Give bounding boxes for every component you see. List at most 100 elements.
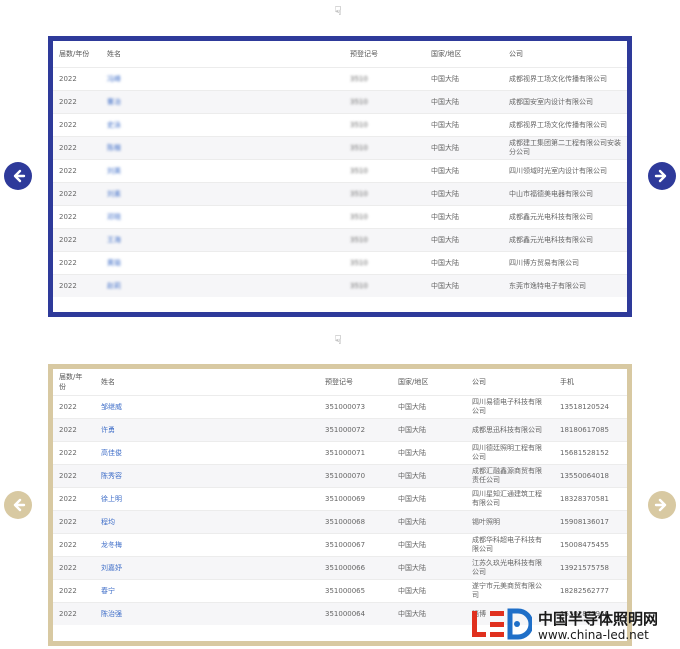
arrow-right-icon — [654, 169, 667, 183]
cell-name[interactable]: 陈治强 — [95, 602, 319, 625]
cell-registration-no: 3510 — [344, 136, 425, 160]
table-row: 2022 冯峰 3510 中国大陆 成都视界工场文化传播有限公司 — [53, 67, 627, 91]
cell-registration-no: 351000071 — [319, 441, 392, 465]
cell-name[interactable]: 史泳 — [101, 113, 344, 137]
prev-arrow-button[interactable] — [4, 162, 32, 190]
exhibitor-table-1: 届数/年份 姓名 预登记号 国家/地区 公司 2022 冯峰 3510 中国大陆 成都视… — [53, 41, 627, 297]
header-registration-no: 预登记号 — [350, 50, 378, 58]
cell-company: 成都视界工场文化传播有限公司 — [503, 113, 627, 137]
cell-company: 四川星知汇通建筑工程有限公司 — [466, 487, 554, 511]
cell-region: 中国大陆 — [392, 510, 466, 534]
cell-name[interactable]: 赵莉 — [101, 274, 344, 297]
cell-phone: 18180617085 — [554, 418, 627, 442]
cell-region: 中国大陆 — [392, 418, 466, 442]
cell-name[interactable]: 龙冬梅 — [95, 533, 319, 557]
cell-region: 中国大陆 — [392, 395, 466, 419]
cell-phone: 18328370581 — [554, 487, 627, 511]
cell-name[interactable]: 黄瑜 — [101, 251, 344, 275]
next-arrow-button[interactable] — [648, 162, 676, 190]
header-registration-no: 预登记号 — [325, 378, 353, 386]
cell-name[interactable]: 陈楷 — [101, 136, 344, 160]
cell-company: 四川博方贸易有限公司 — [503, 251, 627, 275]
cell-region: 中国大陆 — [392, 441, 466, 465]
cell-year: 2022 — [53, 67, 101, 91]
cell-region: 中国大陆 — [425, 90, 503, 114]
cell-region: 中国大陆 — [425, 251, 503, 275]
header-year: 届数/年份 — [59, 50, 90, 58]
logo-site-url: www.china-led.net — [538, 628, 649, 642]
arrow-right-icon — [654, 498, 667, 512]
cell-company: 东莞市逸特电子有限公司 — [503, 274, 627, 297]
cell-company: 四川易德电子科技有限公司 — [466, 395, 554, 419]
cell-year: 2022 — [53, 487, 95, 511]
next-arrow-button[interactable] — [648, 491, 676, 519]
cell-year: 2022 — [53, 510, 95, 534]
cell-name[interactable]: 刘素 — [101, 182, 344, 206]
cell-name[interactable]: 曹冶 — [101, 90, 344, 114]
table-header-row: 届数/年份 姓名 预登记号 国家/地区 公司 — [53, 41, 627, 68]
cell-company: 成都汇融鑫源商贸有限责任公司 — [466, 464, 554, 488]
cell-name[interactable]: 许勇 — [95, 418, 319, 442]
cell-year: 2022 — [53, 556, 95, 580]
prev-arrow-button[interactable] — [4, 491, 32, 519]
cell-year: 2022 — [53, 113, 101, 137]
cell-company: 成都鑫元光电科技有限公司 — [503, 228, 627, 252]
cell-name[interactable]: 陈秀容 — [95, 464, 319, 488]
cell-company: 中山市福德美电器有限公司 — [503, 182, 627, 206]
cell-name[interactable]: 高佳俊 — [95, 441, 319, 465]
cell-company: 成都思迅科技有限公司 — [466, 418, 554, 442]
cell-name[interactable]: 邓晓 — [101, 205, 344, 229]
header-company: 公司 — [509, 50, 523, 58]
cell-registration-no: 351000065 — [319, 579, 392, 603]
table-row: 2022 邹继威 351000073 中国大陆 四川易德电子科技有限公司 13518120… — [53, 395, 627, 419]
cell-year: 2022 — [53, 418, 95, 442]
cell-company: 成都建工集团第二工程有限公司安装分公司 — [503, 136, 627, 160]
cell-name[interactable]: 程均 — [95, 510, 319, 534]
table-row: 2022 春宁 351000065 中国大陆 遂宁市元美商贸有限公司 1828256277… — [53, 579, 627, 603]
cell-phone: 15681528152 — [554, 441, 627, 465]
cell-year: 2022 — [53, 182, 101, 206]
cell-name[interactable]: 徐上明 — [95, 487, 319, 511]
cell-company: 江苏久玖光电科技有限公司 — [466, 556, 554, 580]
table-row: 2022 邓晓 3510 中国大陆 成都鑫元光电科技有限公司 — [53, 205, 627, 229]
cell-name[interactable]: 冯峰 — [101, 67, 344, 91]
cell-registration-no: 351000072 — [319, 418, 392, 442]
cell-region: 中国大陆 — [425, 136, 503, 160]
cell-region: 中国大陆 — [392, 602, 466, 625]
table-row: 2022 黄瑜 3510 中国大陆 四川博方贸易有限公司 — [53, 251, 627, 275]
cell-year: 2022 — [53, 579, 95, 603]
cell-year: 2022 — [53, 90, 101, 114]
cell-year: 2022 — [53, 251, 101, 275]
header-name: 姓名 — [107, 50, 121, 58]
cell-region: 中国大陆 — [425, 228, 503, 252]
cell-registration-no: 3510 — [344, 67, 425, 91]
header-year: 届数/年份 — [59, 373, 83, 391]
cell-region: 中国大陆 — [425, 274, 503, 297]
arrow-left-icon — [13, 169, 26, 183]
cell-region: 中国大陆 — [425, 113, 503, 137]
hand-pointer-icon: ☟ — [334, 333, 342, 347]
header-name: 姓名 — [101, 378, 115, 386]
table-row: 2022 曹冶 3510 中国大陆 成都国安室内设计有限公司 — [53, 90, 627, 114]
cell-region: 中国大陆 — [392, 487, 466, 511]
cell-name[interactable]: 邹继威 — [95, 395, 319, 419]
cell-year: 2022 — [53, 533, 95, 557]
led-logo-mark-icon — [472, 608, 532, 640]
table-row: 2022 许勇 351000072 中国大陆 成都思迅科技有限公司 18180617085 — [53, 418, 627, 442]
table-row: 2022 刘美 3510 中国大陆 四川领域时光室内设计有限公司 — [53, 159, 627, 183]
cell-registration-no: 3510 — [344, 228, 425, 252]
table-row: 2022 龙冬梅 351000067 中国大陆 成都华科超电子科技有限公司 1500847… — [53, 533, 627, 557]
cell-name[interactable]: 刘美 — [101, 159, 344, 183]
china-led-logo[interactable]: 中国半导体照明网 www.china-led.net — [470, 606, 680, 646]
table-row: 2022 高佳俊 351000071 中国大陆 四川德廷照明工程有限公司 15681528… — [53, 441, 627, 465]
cell-region: 中国大陆 — [392, 579, 466, 603]
cell-registration-no: 351000067 — [319, 533, 392, 557]
cell-company: 锡叶照明 — [466, 510, 554, 534]
cell-year: 2022 — [53, 159, 101, 183]
cell-name[interactable]: 王海 — [101, 228, 344, 252]
cell-name[interactable]: 刘嘉妤 — [95, 556, 319, 580]
cell-name[interactable]: 春宁 — [95, 579, 319, 603]
cell-region: 中国大陆 — [425, 205, 503, 229]
cell-company: 成都国安室内设计有限公司 — [503, 90, 627, 114]
table-row: 2022 徐上明 351000069 中国大陆 四川星知汇通建筑工程有限公司 183283… — [53, 487, 627, 511]
